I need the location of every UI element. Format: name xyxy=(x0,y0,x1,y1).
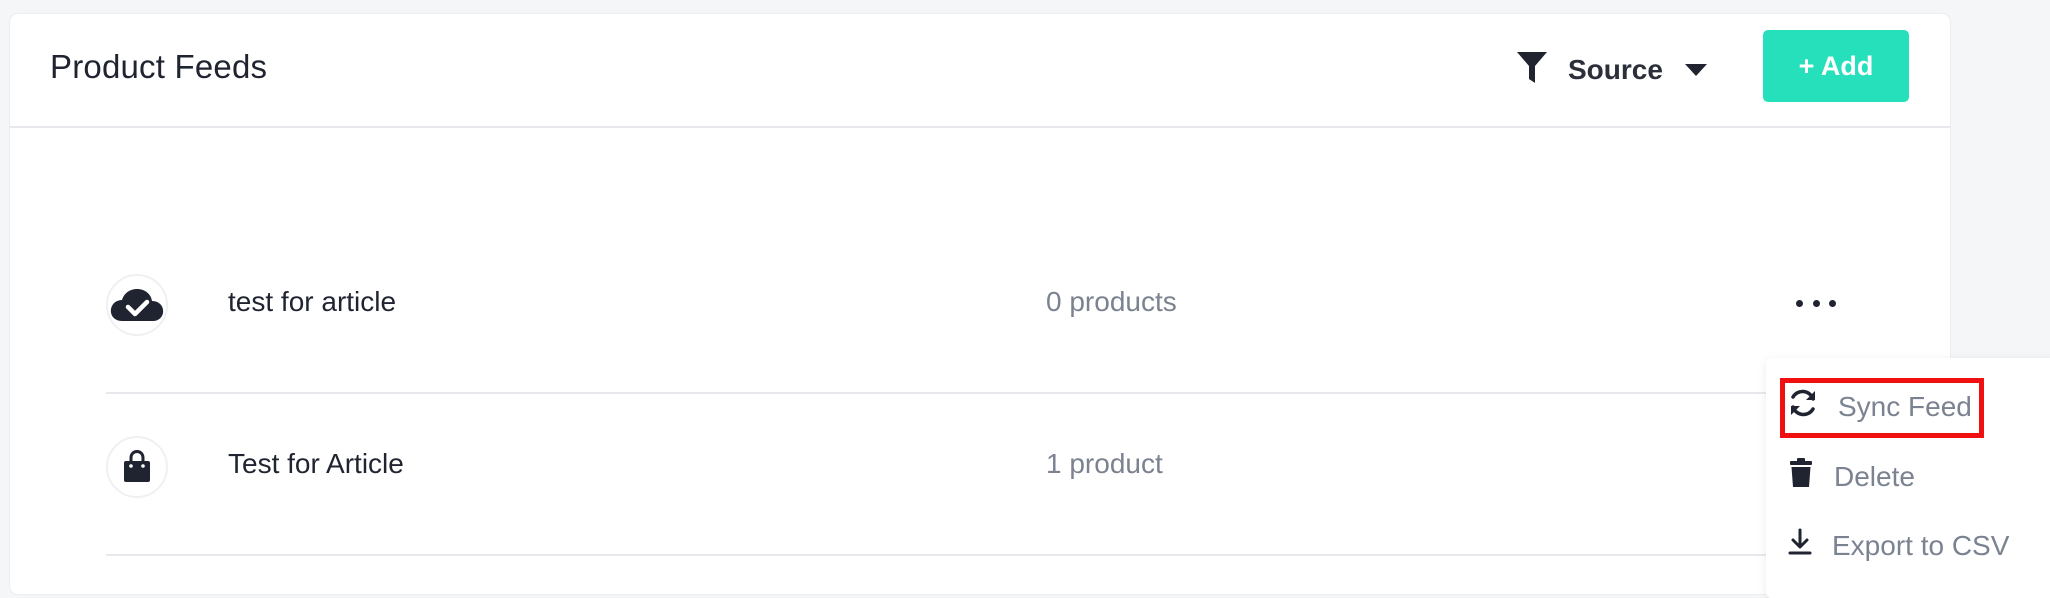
row-divider xyxy=(106,554,1886,556)
card-header: Product Feeds Source + Add xyxy=(10,14,1950,128)
cloud-check-icon xyxy=(106,274,168,336)
row-actions-menu: Sync Feed Delete Export to CSV xyxy=(1766,358,2050,598)
caret-down-icon xyxy=(1684,64,1707,76)
table-row[interactable]: test for article 0 products xyxy=(106,234,1886,394)
menu-item-label: Sync Feed xyxy=(1838,390,1972,422)
menu-item-delete[interactable]: Delete xyxy=(1788,458,1915,495)
download-icon xyxy=(1788,528,1812,563)
menu-item-label: Export to CSV xyxy=(1832,529,2010,561)
menu-item-export-csv[interactable]: Export to CSV xyxy=(1788,528,2009,563)
shopping-bag-icon xyxy=(106,436,168,498)
row-divider xyxy=(106,392,1886,394)
ellipsis-icon xyxy=(1796,299,1803,307)
sync-icon xyxy=(1788,388,1818,425)
menu-item-sync-feed[interactable]: Sync Feed xyxy=(1788,388,1972,425)
source-filter[interactable]: Source xyxy=(1516,50,1707,90)
page-title: Product Feeds xyxy=(50,48,268,85)
product-feeds-card: Product Feeds Source + Add test for arti… xyxy=(10,14,1950,594)
add-button[interactable]: + Add xyxy=(1763,30,1909,102)
source-filter-label: Source xyxy=(1568,54,1663,85)
table-row[interactable]: Test for Article 1 product xyxy=(106,396,1886,556)
funnel-icon xyxy=(1516,51,1548,90)
feed-name[interactable]: test for article xyxy=(228,286,396,318)
product-count: 0 products xyxy=(1046,286,1177,317)
menu-item-label: Delete xyxy=(1834,460,1915,492)
feed-name[interactable]: Test for Article xyxy=(228,448,404,480)
more-actions-button[interactable] xyxy=(1796,288,1836,318)
product-count: 1 product xyxy=(1046,448,1163,479)
trash-icon xyxy=(1788,458,1814,495)
